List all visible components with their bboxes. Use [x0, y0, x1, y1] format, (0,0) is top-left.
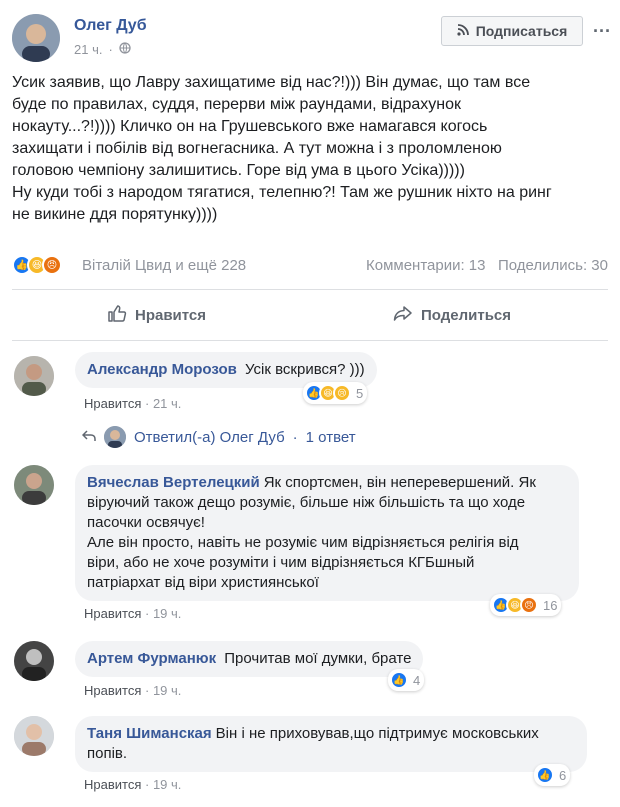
- shares-count[interactable]: Поделились: 30: [498, 257, 608, 274]
- comment-text-line: Він і не приховував,що підтримує московс…: [215, 725, 539, 742]
- author-name[interactable]: Олег Дуб: [74, 17, 147, 35]
- comment-bubble: Вячеслав Вертелецкий Як спортсмен, він не…: [75, 465, 579, 601]
- comment-like-link[interactable]: Нравится: [84, 683, 141, 698]
- post-header: Олег Дуб 21 ч. · Подписаться ···: [12, 10, 612, 66]
- commenter-avatar[interactable]: [14, 356, 54, 396]
- comment-text-line: Але він просто, навіть не розуміє чим ві…: [87, 534, 519, 551]
- comment-like-link[interactable]: Нравится: [84, 396, 141, 411]
- comments-shares: Комментарии: 13 Поделились: 30: [366, 257, 608, 274]
- reaction-count: 6: [559, 767, 567, 783]
- commenter-avatar[interactable]: [14, 716, 54, 756]
- post-meta: 21 ч. ·: [74, 42, 131, 57]
- post-text-line: нокауту...?!)))) Кличко он на Грушевсько…: [12, 118, 488, 135]
- comment-text-line: пасочки освячує!: [87, 514, 205, 531]
- replies-link[interactable]: Ответил(-а) Олег Дуб · 1 ответ: [81, 425, 356, 449]
- commenter-name[interactable]: Таня Шиманская: [87, 725, 212, 742]
- subscribe-button[interactable]: Подписаться: [441, 16, 583, 46]
- angry-reaction-icon: 😠: [520, 596, 538, 614]
- comment-text: Усік вскрився? ))): [245, 361, 365, 378]
- comment-text: Прочитав мої думки, брате: [224, 650, 412, 667]
- comment-reactions[interactable]: 👍 😆 😠 16: [490, 594, 562, 616]
- sad-reaction-icon: 😢: [333, 384, 351, 402]
- reaction-count: 4: [413, 672, 421, 688]
- reaction-icons[interactable]: 👍 😆 😠: [12, 255, 62, 275]
- comment-text-line: попів.: [87, 745, 128, 762]
- reaction-count: 16: [543, 597, 558, 613]
- like-reaction-icon: 👍: [390, 671, 408, 689]
- like-button[interactable]: Нравится: [107, 290, 206, 340]
- comment-meta: Нравится · 19 ч.: [84, 683, 182, 698]
- comment-time[interactable]: 19 ч.: [153, 683, 181, 698]
- post-text-line: захищати і побілів від вогнегасника. А т…: [12, 140, 502, 157]
- post-text-line: Усик заявив, що Лавру захищатиме від нас…: [12, 74, 531, 91]
- more-options-icon[interactable]: ···: [592, 16, 612, 46]
- commenter-name[interactable]: Вячеслав Вертелецкий: [87, 474, 260, 491]
- comment-time[interactable]: 19 ч.: [153, 606, 181, 621]
- reactions-bar: 👍 😆 😠 Віталій Цвид и ещё 228 Комментарии…: [12, 255, 608, 277]
- comment: Таня Шиманская Він і не приховував,що під…: [12, 716, 608, 804]
- post-text: Усик заявив, що Лавру захищатиме від нас…: [12, 72, 612, 226]
- reply-arrow-icon: [81, 429, 96, 446]
- comment: Александр Морозов Усік вскрився? ))) 👍 😆…: [12, 352, 608, 422]
- reply-author-text: Ответил(-а) Олег Дуб: [134, 428, 285, 446]
- reply-author-avatar: [104, 426, 126, 448]
- subscribe-label: Подписаться: [475, 23, 568, 39]
- share-label: Поделиться: [421, 306, 512, 324]
- comment-bubble: Артем Фурманюк Прочитав мої думки, брате: [75, 641, 424, 677]
- comment-reactions[interactable]: 👍 😆 😢 5: [303, 382, 368, 404]
- globe-icon: [119, 42, 131, 57]
- reaction-count: 5: [356, 385, 364, 401]
- commenter-name[interactable]: Артем Фурманюк: [87, 650, 216, 667]
- comment-like-link[interactable]: Нравится: [84, 777, 141, 792]
- reply-count: 1 ответ: [305, 428, 356, 446]
- comment-time[interactable]: 21 ч.: [153, 396, 181, 411]
- share-button[interactable]: Поделиться: [393, 290, 511, 340]
- rss-icon: [457, 23, 469, 39]
- comment-meta: Нравится · 19 ч.: [84, 606, 182, 621]
- like-reaction-icon: 👍: [536, 766, 554, 784]
- post-text-line: не викине ддя порятунку)))): [12, 206, 218, 223]
- commenter-name[interactable]: Александр Морозов: [87, 361, 237, 378]
- share-arrow-icon: [393, 303, 413, 327]
- comment-time[interactable]: 19 ч.: [153, 777, 181, 792]
- comment-reactions[interactable]: 👍 4: [388, 669, 425, 691]
- comment-reactions[interactable]: 👍 6: [534, 764, 571, 786]
- comment-meta: Нравится · 21 ч.: [84, 396, 182, 411]
- author-avatar[interactable]: [12, 14, 60, 62]
- post-text-line: головою чемпіону залишитись. Горе від ум…: [12, 162, 465, 179]
- comment-text-line: віруючий також дещо розуміє, більше ніж …: [87, 494, 526, 511]
- comment-text-line: патріархат від віри християнської: [87, 574, 319, 591]
- thumbs-up-icon: [107, 303, 127, 327]
- post-text-line: буде по правилах, суддя, перерви між рау…: [12, 96, 461, 113]
- comment-meta: Нравится · 19 ч.: [84, 777, 182, 792]
- comment: Вячеслав Вертелецкий Як спортсмен, він не…: [12, 465, 608, 630]
- comment-text-line: віри, або не хоче розуміти і чим відрізн…: [87, 554, 475, 571]
- post-time[interactable]: 21 ч.: [74, 42, 102, 57]
- reply-separator: ·: [292, 428, 298, 446]
- comment: Артем Фурманюк Прочитав мої думки, брате…: [12, 641, 608, 703]
- post-text-line: Ну куди тобі з народом тягатися, телепню…: [12, 184, 552, 201]
- angry-reaction-icon: 😠: [42, 255, 62, 275]
- comments-count[interactable]: Комментарии: 13: [366, 257, 486, 274]
- like-label: Нравится: [135, 306, 207, 324]
- comment-like-link[interactable]: Нравится: [84, 606, 141, 621]
- separator-dot: ·: [108, 42, 113, 57]
- commenter-avatar[interactable]: [14, 641, 54, 681]
- post-actions: Нравится Поделиться: [12, 289, 608, 341]
- commenter-avatar[interactable]: [14, 465, 54, 505]
- comment-text-line: Як спортсмен, він неперевершений. Як: [263, 474, 536, 491]
- reactions-names[interactable]: Віталій Цвид и ещё 228: [82, 257, 246, 274]
- comment-bubble: Таня Шиманская Він і не приховував,що під…: [75, 716, 587, 772]
